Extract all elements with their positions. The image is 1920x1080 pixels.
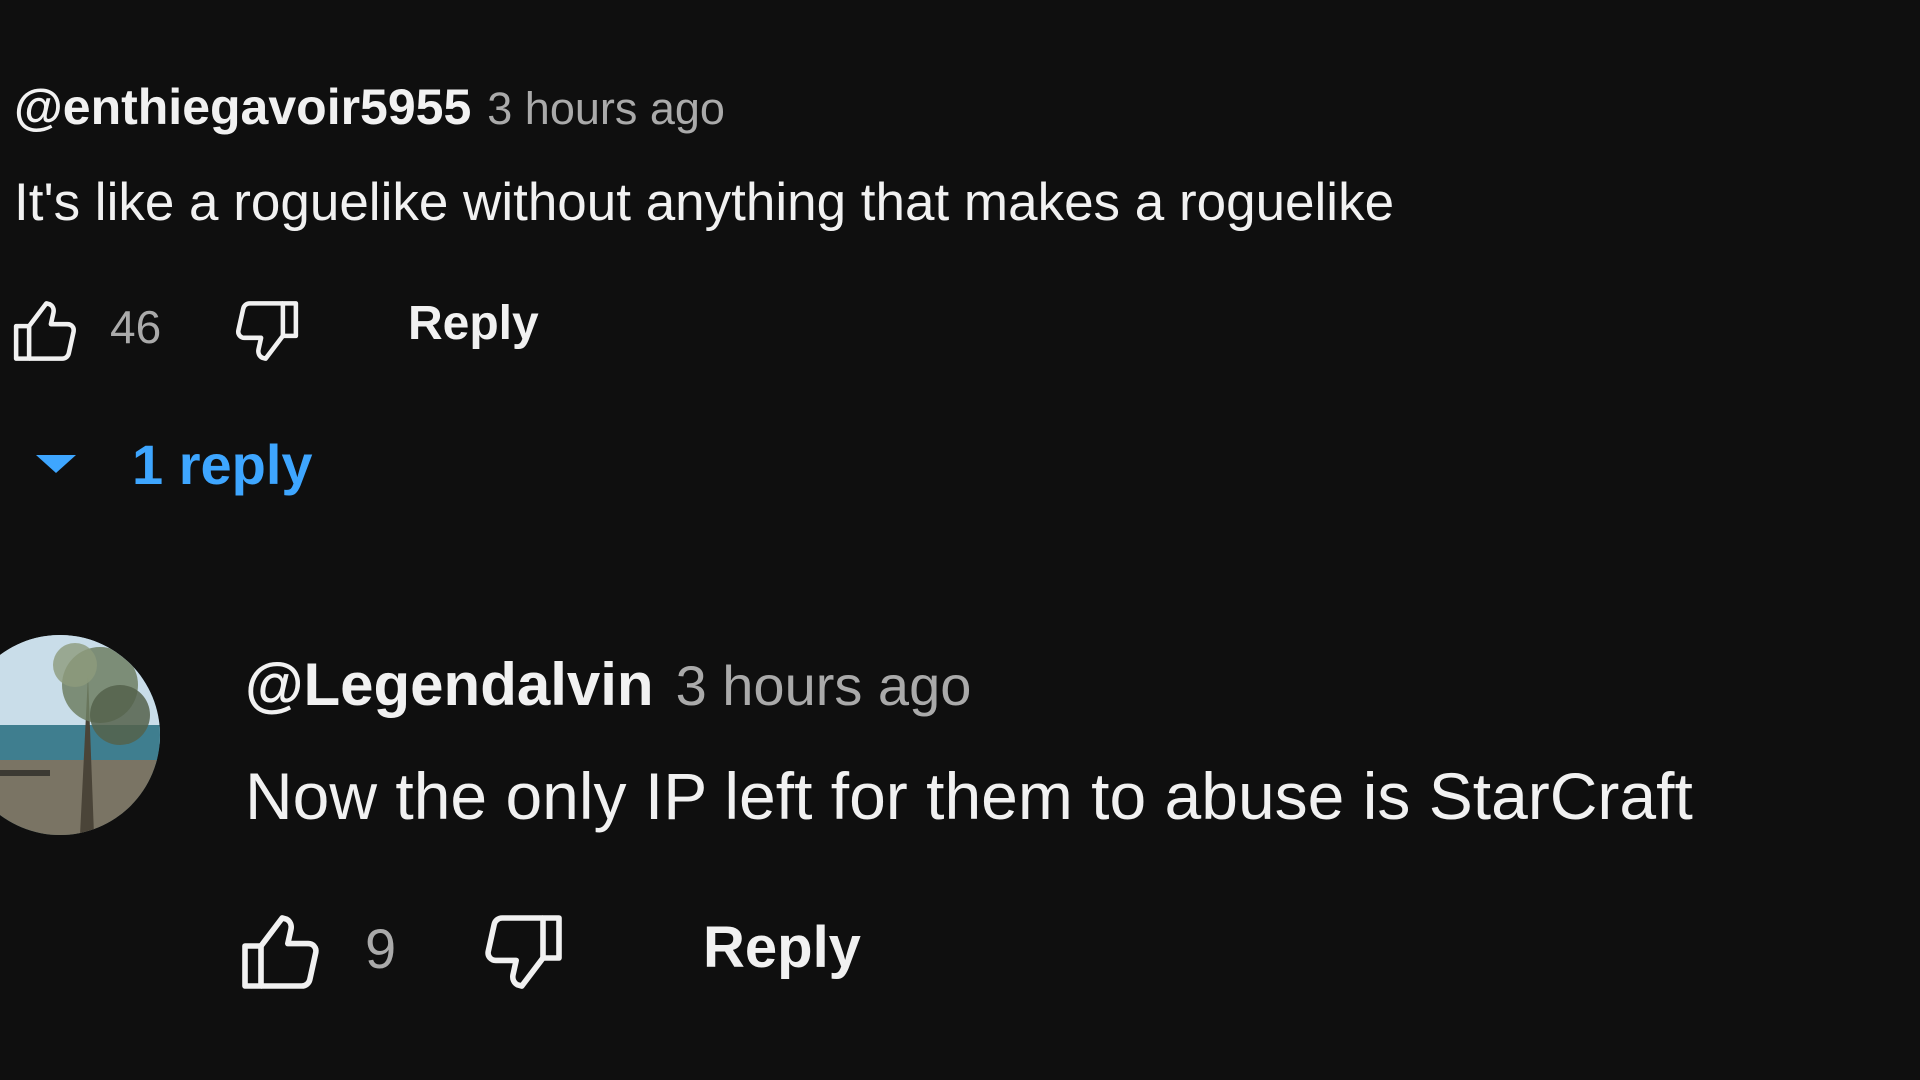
comment-timestamp[interactable]: 3 hours ago bbox=[676, 653, 972, 718]
like-count: 46 bbox=[110, 301, 162, 353]
caret-down-icon bbox=[36, 455, 76, 473]
comment-timestamp[interactable]: 3 hours ago bbox=[487, 83, 725, 135]
thumbs-down-icon[interactable] bbox=[226, 292, 304, 370]
reply-button[interactable]: Reply bbox=[408, 296, 539, 351]
comment-actions: 9 Reply bbox=[235, 900, 935, 1000]
replies-count-label: 1 reply bbox=[132, 432, 313, 496]
reply-button[interactable]: Reply bbox=[703, 914, 861, 981]
comment-actions: 46 Reply bbox=[8, 290, 608, 370]
like-count: 9 bbox=[365, 917, 397, 980]
comment-text: It's like a roguelike without anything t… bbox=[14, 173, 1395, 232]
view-replies-button[interactable]: 1 reply bbox=[36, 432, 313, 496]
thumbs-up-icon[interactable] bbox=[235, 904, 331, 1000]
comment-text: Now the only IP left for them to abuse i… bbox=[245, 759, 1693, 833]
thumbs-up-icon[interactable] bbox=[8, 292, 86, 370]
comment-header: @enthiegavoir5955 3 hours ago bbox=[14, 78, 725, 136]
avatar[interactable] bbox=[0, 635, 160, 835]
comments-section: @enthiegavoir5955 3 hours ago It's like … bbox=[0, 0, 1920, 1080]
reply-header: @Legendalvin 3 hours ago bbox=[245, 650, 971, 719]
comment-author[interactable]: @enthiegavoir5955 bbox=[14, 78, 471, 136]
thumbs-down-icon[interactable] bbox=[473, 904, 569, 1000]
comment-author[interactable]: @Legendalvin bbox=[245, 650, 654, 719]
